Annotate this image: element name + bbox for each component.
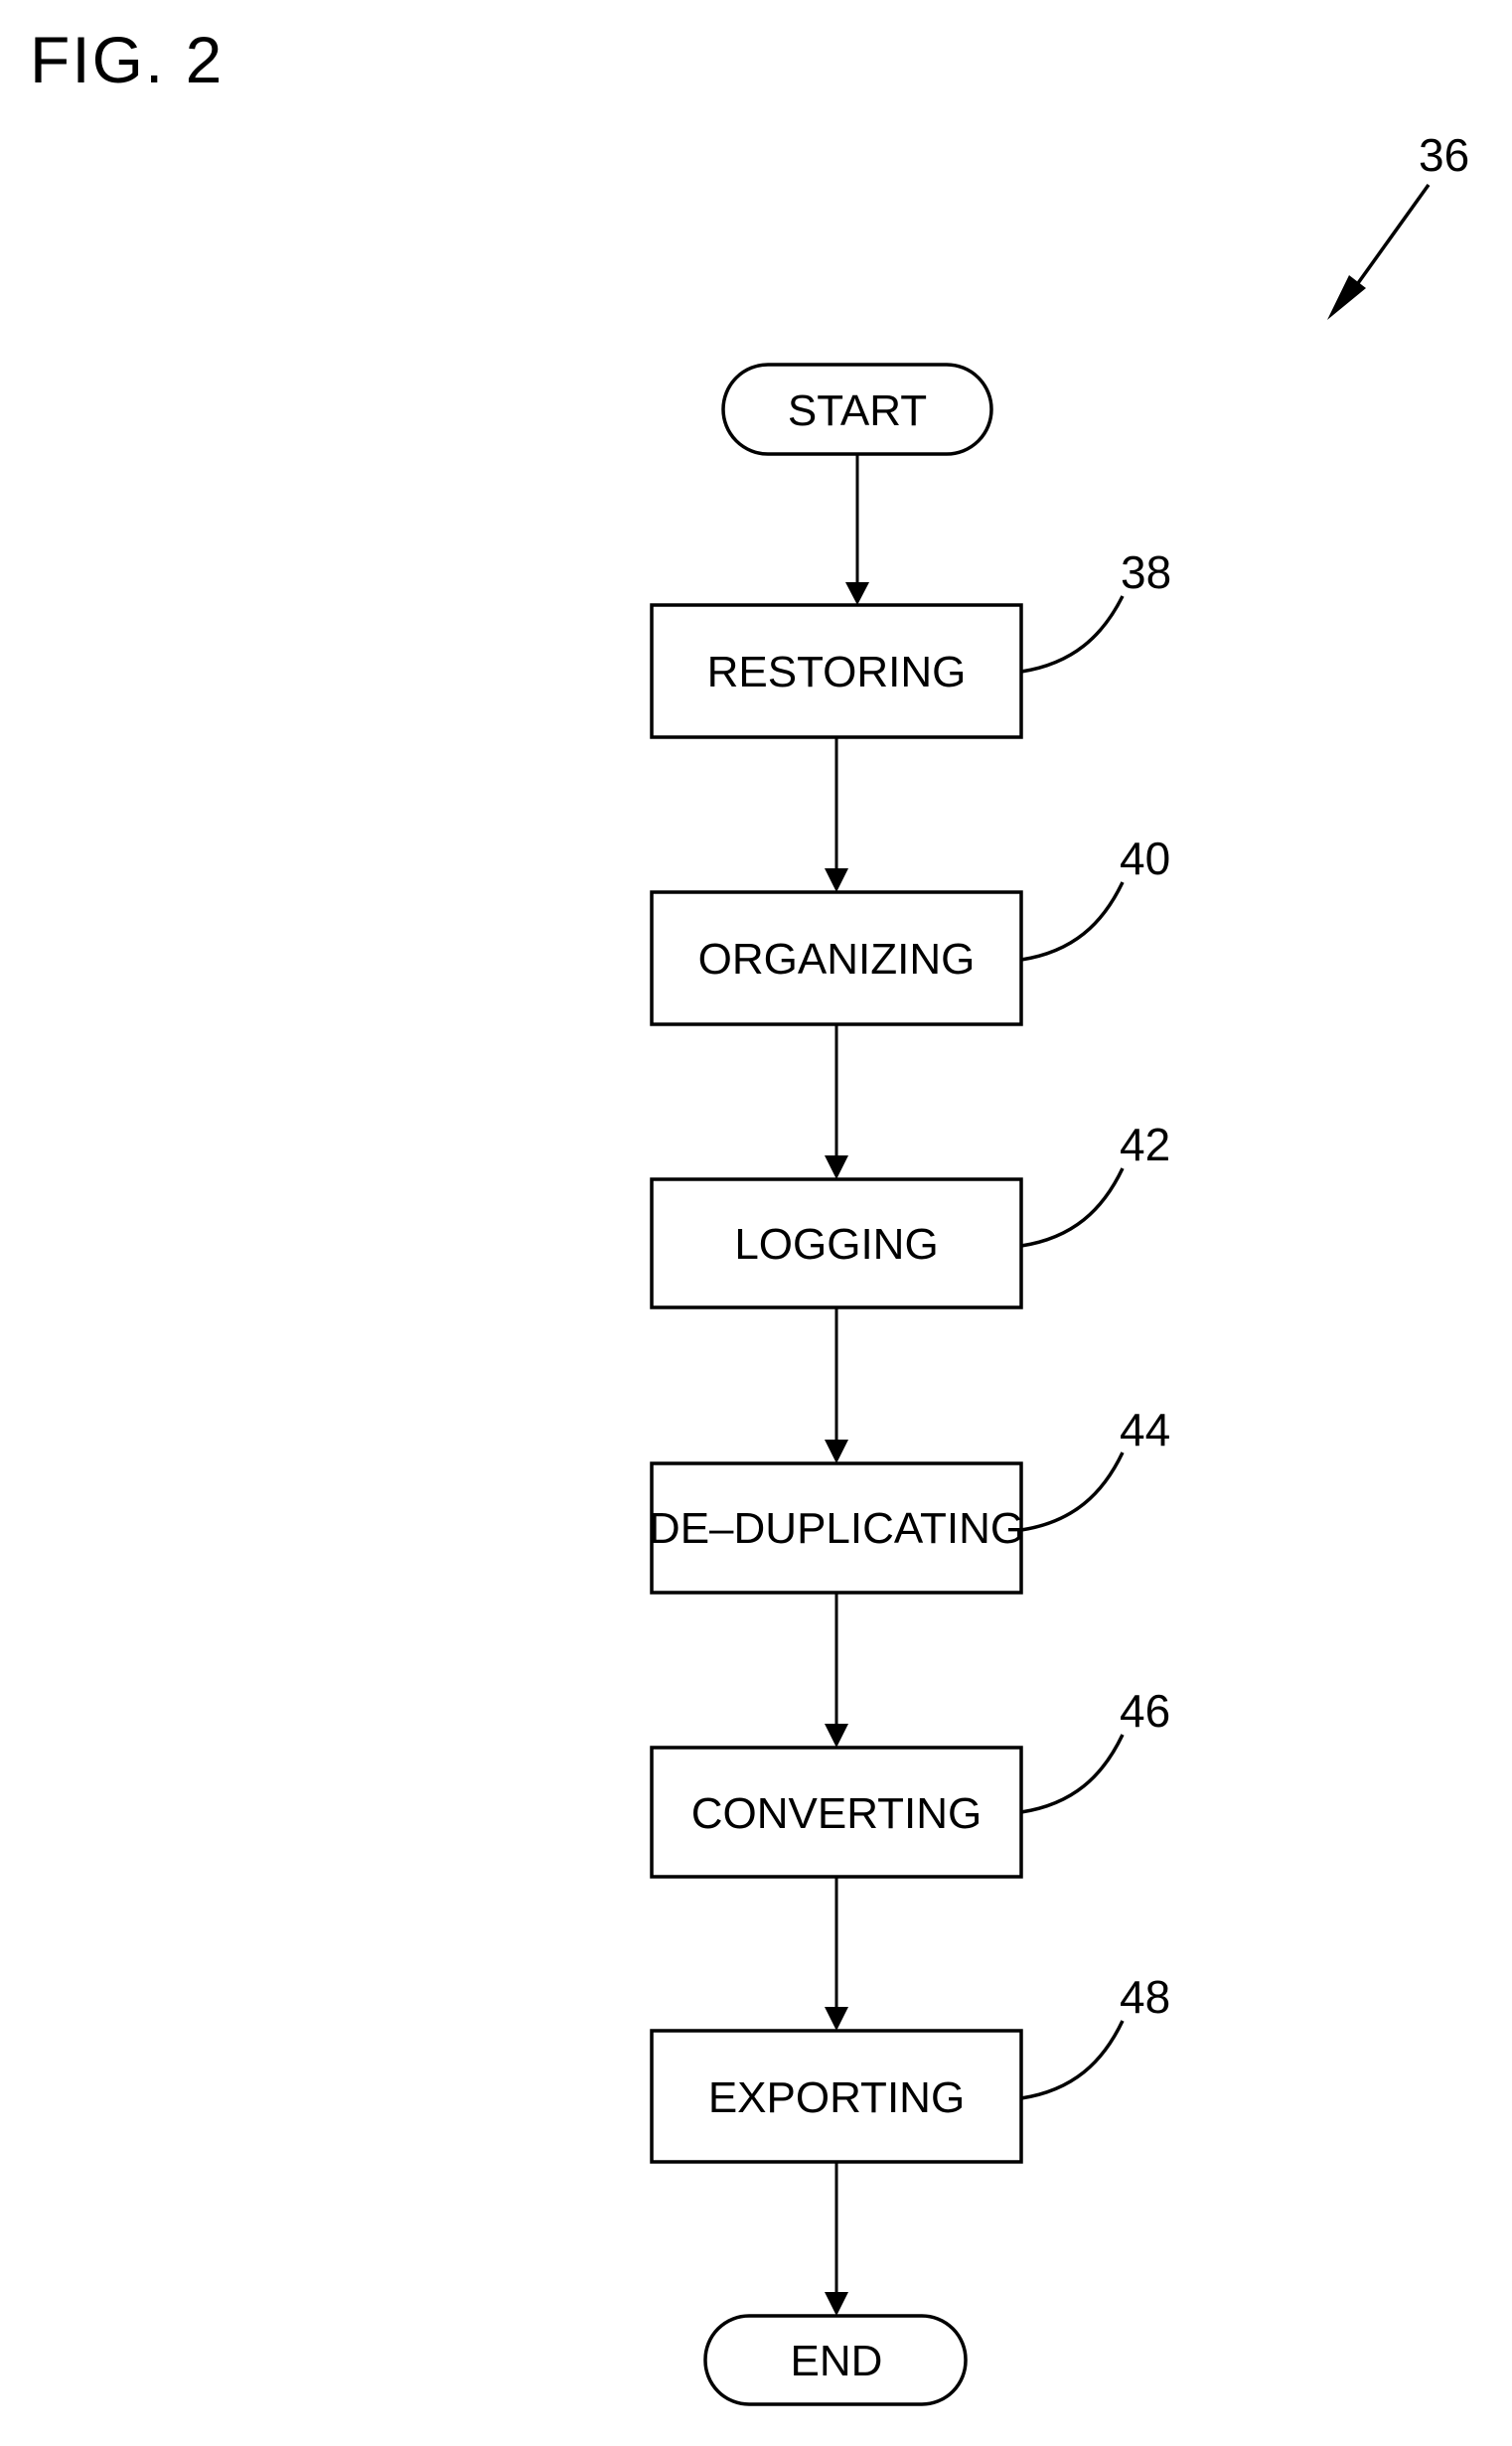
- step-exporting: EXPORTING 48: [650, 1971, 1170, 2164]
- arrowhead: [825, 1155, 848, 1179]
- step-reference-numeral: 46: [1120, 1685, 1170, 1737]
- arrowhead: [825, 1724, 848, 1748]
- step-reference-numeral: 40: [1120, 833, 1170, 884]
- arrowhead: [825, 868, 848, 892]
- step-leader-line: [1020, 2020, 1125, 2100]
- flowchart-diagram: 36 START RESTORING 38 ORGANIZING 40 LOGG…: [649, 129, 1469, 2406]
- step-label: LOGGING: [734, 1220, 938, 1269]
- start-label: START: [788, 386, 927, 435]
- figure-reference-numeral: 36: [1419, 129, 1469, 181]
- step-logging: LOGGING 42: [650, 1119, 1170, 1309]
- step-reference-numeral: 38: [1121, 546, 1171, 598]
- step-label: DE–DUPLICATING: [649, 1504, 1024, 1553]
- step-label: RESTORING: [707, 648, 967, 696]
- step-converting: CONVERTING 46: [650, 1685, 1170, 1879]
- arrowhead: [845, 582, 869, 605]
- step-organizing: ORGANIZING 40: [650, 833, 1170, 1026]
- figure-reference: 36: [1327, 129, 1469, 320]
- end-label: END: [791, 2337, 883, 2385]
- step-reference-numeral: 42: [1120, 1119, 1170, 1170]
- end-terminal: END: [703, 2314, 968, 2406]
- step-de-duplicating: DE–DUPLICATING 44: [649, 1404, 1170, 1595]
- step-label: EXPORTING: [708, 2073, 965, 2122]
- step-leader-line: [1020, 595, 1125, 674]
- step-leader-line: [1020, 1452, 1125, 1532]
- step-leader-line: [1020, 1167, 1125, 1248]
- arrowhead: [825, 2007, 848, 2031]
- step-reference-numeral: 44: [1120, 1404, 1170, 1455]
- start-terminal: START: [721, 363, 993, 456]
- step-leader-line: [1020, 881, 1125, 962]
- step-label: ORGANIZING: [698, 935, 976, 984]
- step-leader-line: [1020, 1734, 1125, 1814]
- step-reference-numeral: 48: [1120, 1971, 1170, 2023]
- figure-reference-arrow-line: [1351, 183, 1431, 292]
- step-restoring: RESTORING 38: [650, 546, 1171, 739]
- arrowhead: [825, 2292, 848, 2316]
- arrowhead: [825, 1440, 848, 1463]
- step-label: CONVERTING: [691, 1789, 983, 1838]
